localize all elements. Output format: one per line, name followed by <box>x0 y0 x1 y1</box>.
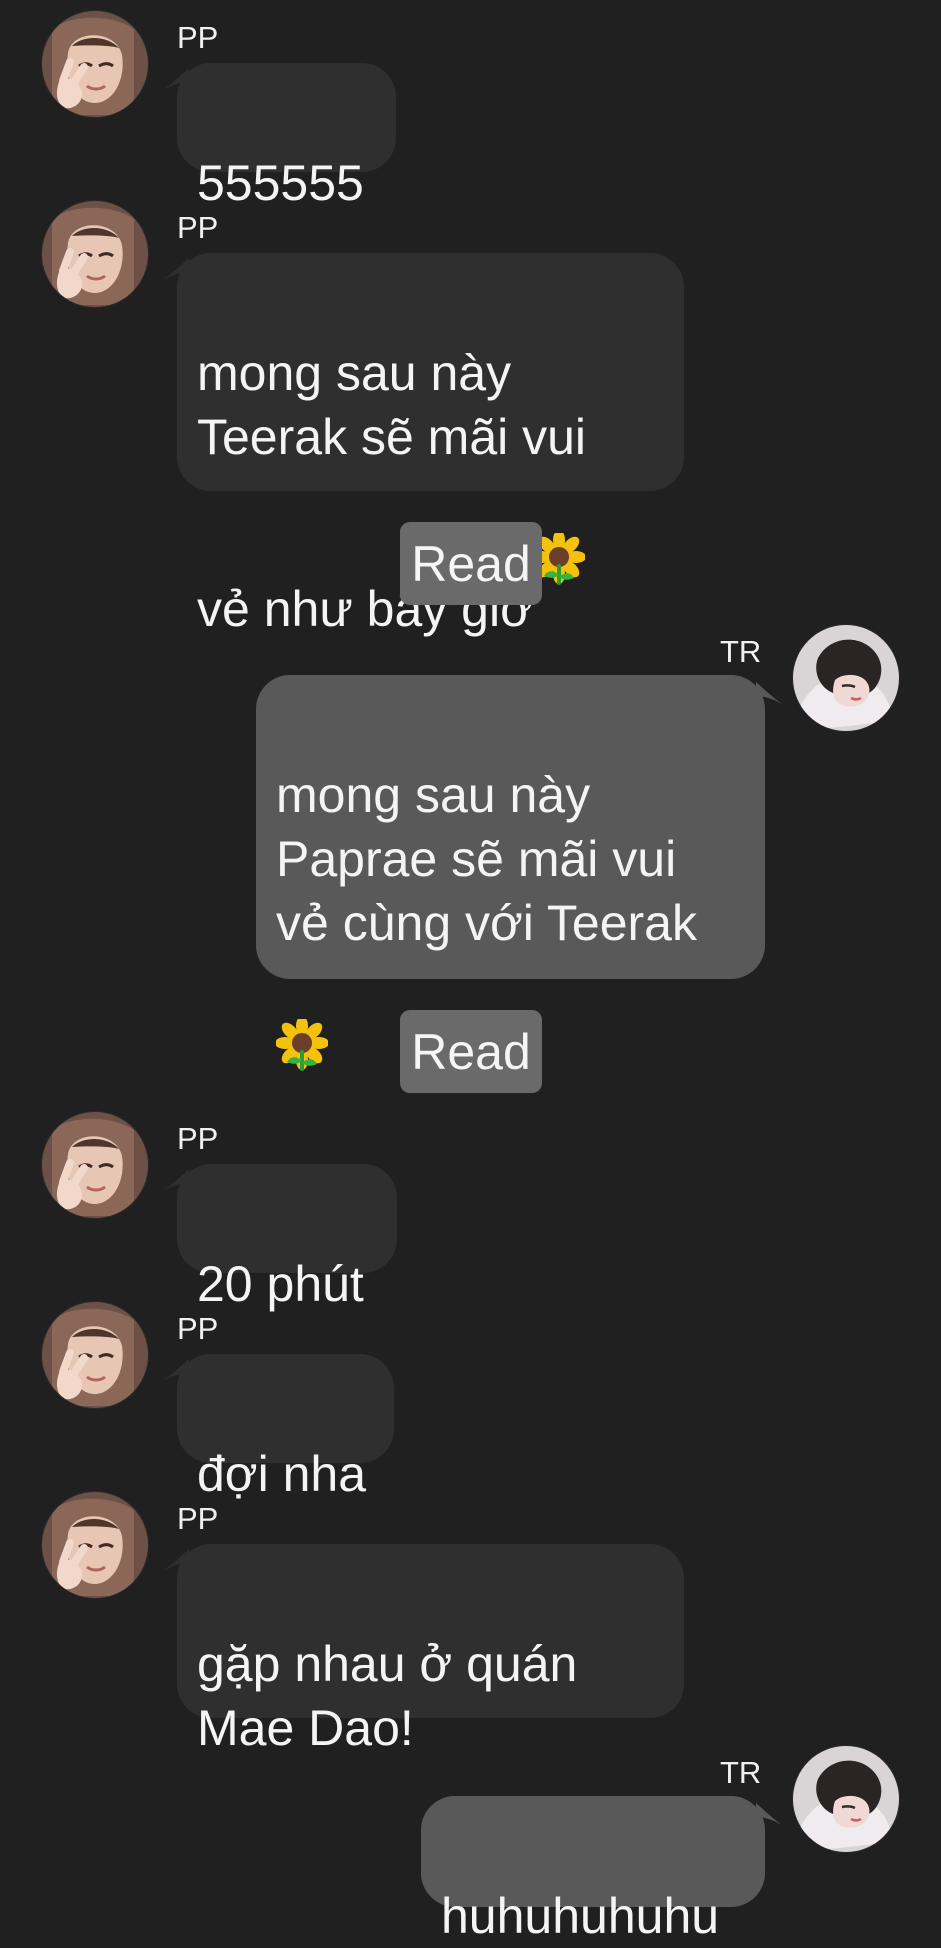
pp-avatar[interactable] <box>42 201 148 307</box>
message-bubble[interactable]: 555555 <box>177 63 396 211</box>
chat-thread: PP 555555 PP mong sau này Teerak sẽ mãi … <box>0 0 941 1944</box>
sunflower-emoji <box>276 955 328 1071</box>
message-bubble[interactable]: đợi nha <box>177 1354 394 1502</box>
message-bubble[interactable]: 20 phút <box>177 1164 397 1312</box>
read-receipt: Read <box>400 1010 542 1093</box>
message-text: mong sau này Paprae sẽ mãi vui vẻ cùng v… <box>276 767 697 951</box>
pp-avatar[interactable] <box>42 1302 148 1408</box>
sender-name: PP <box>177 1501 219 1536</box>
message-bubble[interactable]: huhuhuhuhu <box>421 1796 765 1944</box>
sender-name: PP <box>177 210 219 245</box>
message-text: 20 phút <box>197 1256 364 1312</box>
pp-avatar[interactable] <box>42 1492 148 1598</box>
sender-name: PP <box>177 1121 219 1156</box>
sender-name: PP <box>177 1311 219 1346</box>
sender-name: TR <box>720 634 762 669</box>
message-bubble[interactable]: mong sau này Teerak sẽ mãi vui vẻ như bâ… <box>177 253 684 637</box>
message-bubble[interactable]: mong sau này Paprae sẽ mãi vui vẻ cùng v… <box>256 675 765 1071</box>
tr-avatar[interactable] <box>793 625 899 731</box>
read-receipt: Read <box>400 522 542 605</box>
tr-avatar[interactable] <box>793 1746 899 1852</box>
sender-name: PP <box>177 20 219 55</box>
message-text: huhuhuhuhu <box>441 1888 720 1944</box>
sunflower-emoji <box>532 469 585 585</box>
message-text: 555555 <box>197 155 364 211</box>
sender-name: TR <box>720 1755 762 1790</box>
message-text: đợi nha <box>197 1446 367 1502</box>
message-bubble[interactable]: gặp nhau ở quán Mae Dao! <box>177 1544 684 1756</box>
pp-avatar[interactable] <box>42 1112 148 1218</box>
message-text: gặp nhau ở quán Mae Dao! <box>197 1636 578 1756</box>
pp-avatar[interactable] <box>42 11 148 117</box>
